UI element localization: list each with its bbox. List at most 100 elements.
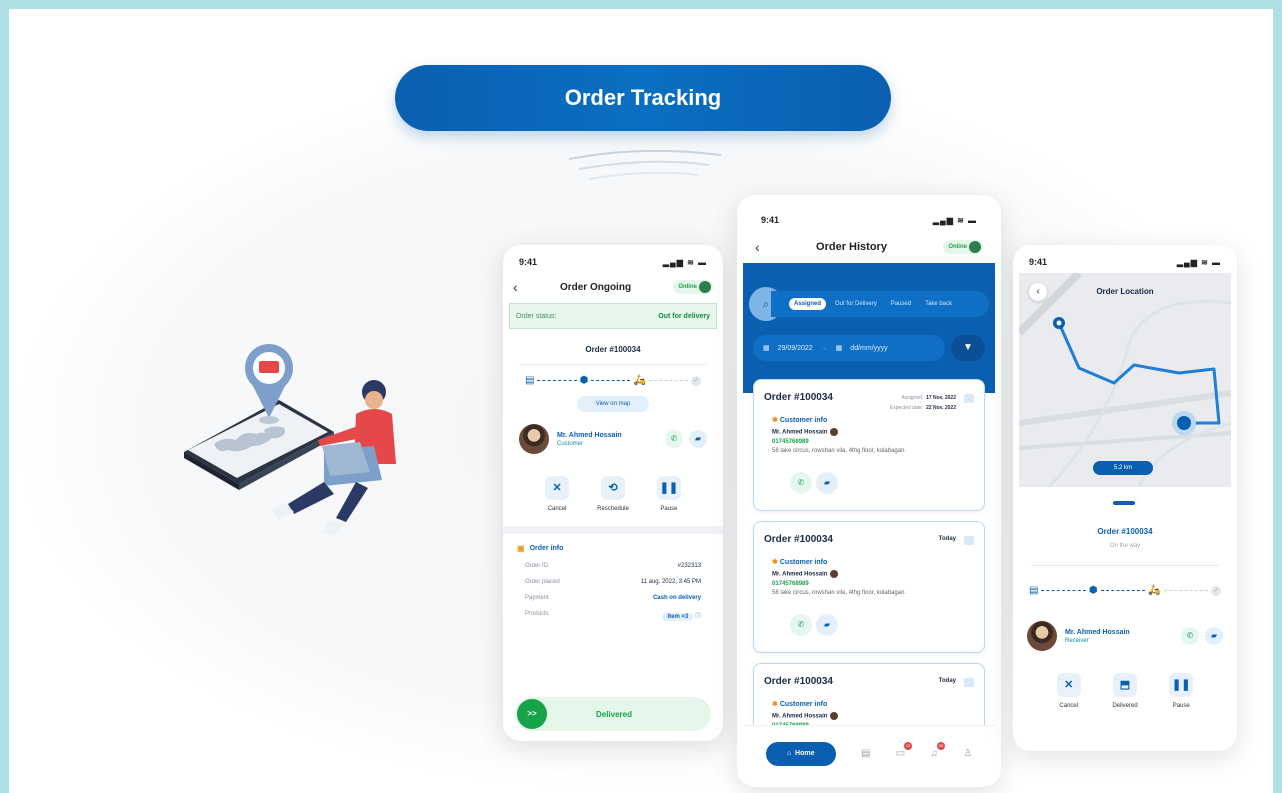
customer-name: Mr. Ahmed Hossain (772, 429, 828, 436)
nav-home-button[interactable]: ⌂ Home (765, 741, 836, 766)
cancel-button[interactable]: ✕ Cancel (545, 476, 570, 512)
products-pill[interactable]: Item ×3 (662, 613, 694, 621)
pause-button[interactable]: ❚❚ Pause (1169, 673, 1194, 709)
avatar (698, 281, 711, 293)
reschedule-button[interactable]: ⟲ Reschedule (597, 476, 629, 512)
avatar (968, 241, 981, 253)
signal-wifi-battery-icon: ▂▄▆ ≋ ▬ (1176, 257, 1221, 267)
customer-info-heading: Customer info (772, 416, 906, 424)
progress-tracker: ▤ ⬢ 🛵 ✓ (503, 375, 723, 386)
order-actions: ✕ Cancel ⟲ Reschedule ❚❚ Pause (503, 476, 723, 512)
pause-icon: ❚❚ (1169, 673, 1194, 697)
phone-order-location: 9:41 ▂▄▆ ≋ ▬ ‹ Order Location 5.2 km Ord… (1013, 245, 1237, 751)
customer-address: 58 lake circus, rowshan vila, 4thg floor… (772, 590, 907, 596)
clock: 9:41 (761, 215, 780, 225)
avatar (830, 570, 839, 578)
slider-knob[interactable]: >> (517, 699, 547, 729)
pause-button[interactable]: ❚❚ Pause (656, 476, 681, 512)
order-info-heading: ▣ Order info (503, 544, 723, 553)
view-on-map-button[interactable]: View on map (577, 396, 649, 412)
chat-icon[interactable]: ▰ (689, 430, 707, 448)
chip-paused[interactable]: Paused (886, 298, 916, 310)
order-number: Order #100034 (1097, 527, 1153, 536)
chat-icon[interactable]: ▰ (1205, 627, 1223, 645)
signal-wifi-battery-icon: ▂▄▆ ≋ ▬ (932, 215, 977, 225)
phone-order-ongoing: 9:41 ▂▄▆ ≋ ▬ ‹ Order Ongoing Online Orde… (503, 245, 723, 741)
delivery-illustration (184, 344, 396, 536)
avatar (830, 712, 839, 720)
map-view[interactable]: ‹ Order Location 5.2 km (1019, 273, 1231, 487)
order-card[interactable]: Order #100034 Today Customer info Mr. Ah… (753, 521, 985, 653)
distance-badge: 5.2 km (1093, 461, 1153, 475)
phone-call-icon[interactable]: ✆ (790, 614, 812, 636)
date-range-picker[interactable]: ▦ 29/09/2022 → ▦ dd/mm/yyyy (753, 335, 945, 361)
sheet-drag-handle[interactable] (1113, 501, 1135, 505)
phone-call-icon[interactable]: ✆ (665, 430, 683, 448)
back-arrow-icon[interactable]: ‹ (513, 279, 518, 295)
assigned-label: Assigned : (901, 395, 925, 401)
cancel-button[interactable]: ✕ Cancel (1056, 673, 1081, 709)
decorative-lines (568, 149, 722, 180)
pause-icon: ❚❚ (656, 476, 681, 500)
map-title: Order Location (1096, 287, 1154, 296)
info-key: Order placed (525, 579, 560, 585)
home-label: Home (795, 750, 815, 757)
progress-tracker: ▤ ⬢ 🛵 ✓ (1013, 585, 1237, 596)
today-label: Today (938, 536, 956, 542)
bottom-navigation: ⌂ Home ▤ ▭ 12 ♫ 33 ♙ (743, 725, 995, 781)
clock: 9:41 (1029, 257, 1048, 267)
online-status-toggle[interactable]: Online (673, 280, 713, 294)
receiver-row: Mr. Ahmed Hossain Receiver ✆ ▰ (1013, 621, 1237, 651)
order-status-box: Order status: Out for delivery (509, 303, 717, 329)
order-card[interactable]: Order #100034 Today Customer info Mr. Ah… (753, 663, 985, 733)
phone-order-history: 9:41 ▂▄▆ ≋ ▬ ‹ Order History Online ⌕ As… (737, 195, 1001, 787)
order-actions: ✕ Cancel ⬒ Delivered ❚❚ Pause (1013, 673, 1237, 709)
order-subtitle: On the way (1109, 543, 1141, 549)
delivered-button[interactable]: ⬒ Delivered (1112, 673, 1138, 709)
filter-icon[interactable]: ▼ (951, 335, 985, 361)
calendar-icon: ▦ (763, 345, 770, 352)
messages-icon[interactable]: ▭ 12 (896, 742, 913, 759)
customer-address: 58 lake circus, rowshan vila, 4thg floor… (772, 448, 907, 454)
info-row: Products Item ×3 ⓘ (503, 611, 723, 621)
customer-info-heading: Customer info (772, 700, 838, 708)
chip-out-for-delivery[interactable]: Out for Delivery (830, 298, 882, 310)
profile-icon[interactable]: ♙ (963, 748, 972, 759)
scooter-icon: 🛵 (1148, 585, 1161, 596)
today-label: Today (938, 678, 956, 684)
notification-bell-icon[interactable]: ♫ 33 (931, 742, 945, 759)
receiver-avatar (1027, 621, 1057, 651)
online-label: Online (678, 284, 697, 290)
notification-badge: 33 (937, 742, 945, 750)
progress-line (1041, 590, 1086, 591)
customer-name: Mr. Ahmed Hossain (772, 571, 828, 578)
status-bar: 9:41 ▂▄▆ ≋ ▬ (1013, 257, 1237, 267)
chip-take-back[interactable]: Take back (920, 298, 957, 310)
customer-role: Customer (557, 440, 584, 447)
chat-icon[interactable]: ▰ (816, 614, 838, 636)
close-icon: ✕ (545, 476, 570, 500)
info-icon[interactable]: ⓘ (695, 614, 701, 620)
canvas: Order Tracking 9:41 ▂▄▆ ≋ ▬ ‹ Order Ongo… (9, 9, 1273, 793)
card-order-number: Order #100034 (764, 534, 833, 545)
header-background (743, 263, 995, 393)
online-status-toggle[interactable]: Online (943, 240, 983, 254)
delivered-slider[interactable]: >> Delivered (515, 697, 711, 731)
progress-line (1100, 590, 1146, 591)
chip-assigned[interactable]: Assigned (789, 298, 827, 310)
cancel-label: Cancel (1059, 703, 1079, 709)
order-status-value: Out for delivery (658, 312, 710, 320)
section-divider (503, 526, 723, 534)
orders-icon[interactable]: ▤ (861, 748, 870, 759)
phone-call-icon[interactable]: ✆ (790, 472, 812, 494)
date-from[interactable]: 29/09/2022 (778, 345, 813, 352)
chat-icon[interactable]: ▰ (816, 472, 838, 494)
back-arrow-icon[interactable]: ‹ (755, 239, 760, 255)
reschedule-label: Reschedule (597, 506, 629, 512)
date-to[interactable]: dd/mm/yyyy (850, 345, 887, 352)
card-order-number: Order #100034 (764, 392, 833, 403)
order-card[interactable]: Order #100034 Assigned : 17 Nov, 2022 Ex… (753, 379, 985, 511)
receiver-name: Mr. Ahmed Hossain (1065, 628, 1130, 636)
progress-line (537, 380, 577, 381)
phone-call-icon[interactable]: ✆ (1181, 627, 1199, 645)
